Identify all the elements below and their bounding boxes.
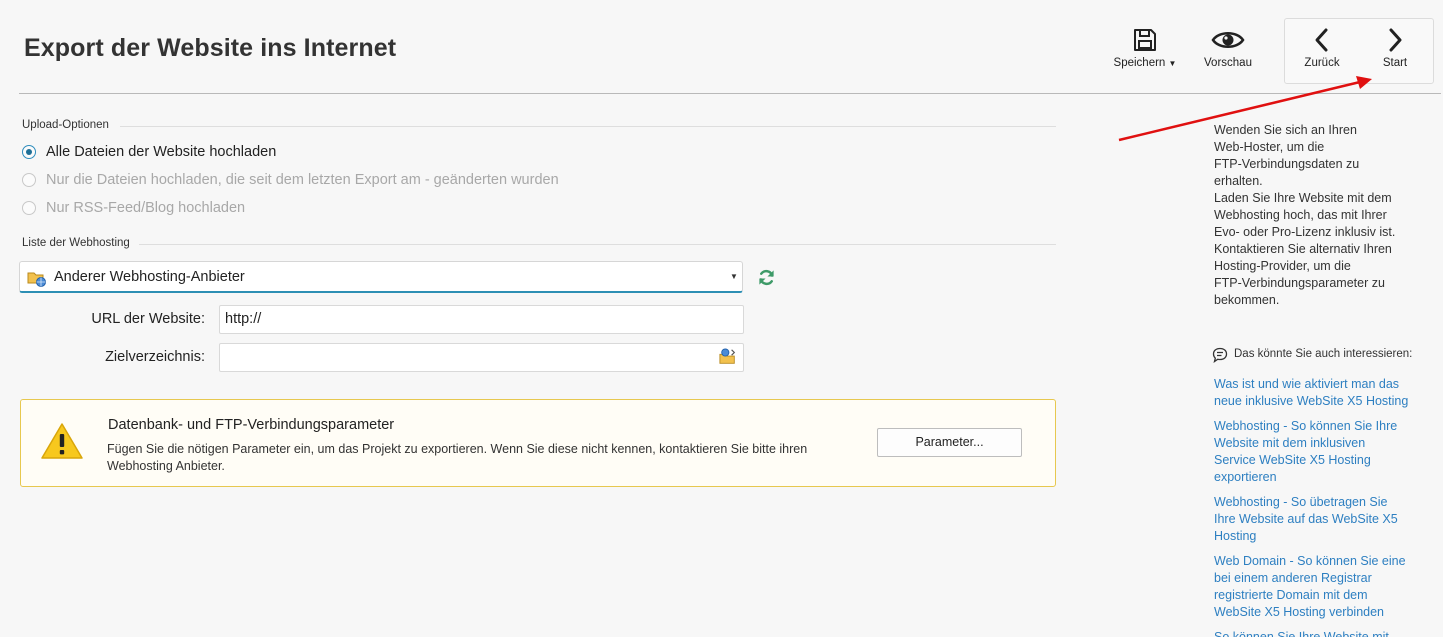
related-link[interactable]: Webhosting - So können Sie Ihre Website … (1214, 418, 1440, 486)
eye-icon (1211, 32, 1245, 48)
help-line: Webhosting hoch, das mit Ihrer (1214, 208, 1387, 222)
link-line: registrierte Domain mit dem (1214, 588, 1368, 602)
url-label: URL der Website: (91, 311, 205, 327)
warning-text: Fügen Sie die nötigen Parameter ein, um … (107, 442, 808, 473)
link-line: bei einem anderen Registrar (1214, 571, 1372, 585)
radio-label: Nur RSS-Feed/Blog hochladen (46, 200, 246, 216)
related-link[interactable]: Was ist und wie aktiviert man das neue i… (1214, 376, 1440, 410)
radio-label: Alle Dateien der Website hochladen (46, 144, 277, 160)
link-line: So können Sie Ihre Website mit (1214, 630, 1389, 637)
help-line: Evo- oder Pro-Lizenz inklusiv ist. (1214, 225, 1396, 239)
annotation-arrow (1118, 76, 1372, 142)
url-input[interactable]: http:// (219, 305, 744, 334)
interest-title: Das könnte Sie auch interessieren: (1234, 348, 1413, 360)
link-line: Web Domain - So können Sie eine (1214, 554, 1406, 568)
help-line: Kontaktieren Sie alternativ Ihren (1214, 242, 1392, 256)
related-link[interactable]: Webhosting - So übetragen Sie Ihre Websi… (1214, 494, 1440, 545)
upload-options-label: Upload-Optionen (22, 119, 109, 131)
related-link[interactable]: Web Domain - So können Sie eine bei eine… (1214, 553, 1440, 621)
link-line: Webhosting - So übetragen Sie (1214, 495, 1388, 509)
section-divider (139, 244, 1056, 245)
link-line: Website mit dem inklusiven (1214, 436, 1366, 450)
related-link[interactable]: So können Sie Ihre Website mit (1214, 629, 1440, 637)
save-label: Speichern (1113, 57, 1166, 69)
help-text: Wenden Sie sich an Ihren Web-Hoster, um … (1214, 122, 1436, 309)
target-dir-input[interactable] (219, 343, 744, 372)
radio-upload-rss[interactable]: Nur RSS-Feed/Blog hochladen (22, 198, 245, 218)
help-line: Laden Sie Ihre Website mit dem (1214, 191, 1392, 205)
help-line: Hosting-Provider, um die (1214, 259, 1351, 273)
radio-upload-all[interactable]: Alle Dateien der Website hochladen (22, 142, 276, 162)
link-line: Was ist und wie aktiviert man das (1214, 377, 1400, 391)
warning-title: Datenbank- und FTP-Verbindungsparameter (108, 417, 395, 433)
help-line: bekommen. (1214, 293, 1280, 307)
webhosting-select[interactable]: Anderer Webhosting-Anbieter ▼ (19, 261, 743, 293)
parameters-button[interactable]: Parameter... (877, 428, 1022, 457)
link-line: Service WebSite X5 Hosting (1214, 453, 1371, 467)
section-divider (120, 126, 1056, 127)
link-line: WebSite X5 Hosting verbinden (1214, 605, 1385, 619)
page-title: Export der Website ins Internet (24, 34, 397, 62)
webhosting-select-value: Anderer Webhosting-Anbieter (54, 269, 245, 285)
link-line: Ihre Website auf das WebSite X5 (1214, 512, 1398, 526)
chevron-left-icon (1315, 28, 1328, 52)
target-dir-label: Zielverzeichnis: (105, 349, 205, 365)
help-line: FTP-Verbindungsparameter zu (1214, 276, 1385, 290)
warning-icon (41, 423, 83, 459)
browse-folder-icon[interactable] (719, 348, 737, 366)
start-label: Start (1382, 57, 1408, 69)
radio-upload-changed[interactable]: Nur die Dateien hochladen, die seit dem … (22, 170, 559, 190)
chevron-down-icon: ▼ (1168, 59, 1177, 68)
back-label: Zurück (1304, 57, 1340, 69)
chevron-right-icon (1389, 28, 1402, 52)
save-icon (1134, 29, 1156, 51)
preview-label: Vorschau (1204, 57, 1252, 69)
link-line: exportieren (1214, 470, 1277, 484)
radio-label: Nur die Dateien hochladen, die seit dem … (46, 172, 559, 188)
link-line: neue inklusive WebSite X5 Hosting (1214, 394, 1409, 408)
help-line: erhalten. (1214, 174, 1263, 188)
radio-selected-icon[interactable] (22, 145, 36, 159)
dropdown-arrow-icon: ▼ (730, 272, 738, 281)
folder-globe-icon (27, 272, 46, 287)
radio-empty-icon[interactable] (22, 201, 36, 215)
link-line: Webhosting - So können Sie Ihre (1214, 419, 1398, 433)
refresh-icon[interactable] (757, 268, 776, 287)
radio-empty-icon[interactable] (22, 173, 36, 187)
help-line: FTP-Verbindungsdaten zu (1214, 157, 1360, 171)
link-line: Hosting (1214, 529, 1257, 543)
webhosting-list-label: Liste der Webhosting (22, 237, 130, 249)
chat-bubble-icon (1212, 347, 1228, 363)
